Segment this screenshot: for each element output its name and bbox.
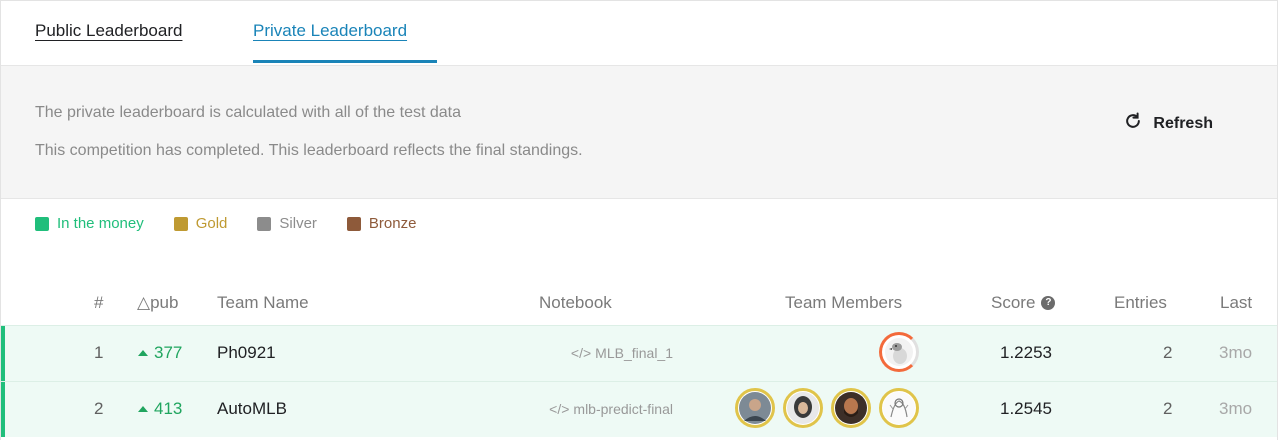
row-delta-value: 413: [154, 399, 183, 418]
row-notebook-name: mlb-predict-final: [573, 401, 673, 417]
leaderboard-panel: Public Leaderboard Private Leaderboard T…: [0, 0, 1278, 440]
leaderboard-tabs: Public Leaderboard Private Leaderboard: [1, 1, 1277, 66]
legend-in-the-money: In the money: [35, 215, 144, 232]
medal-legend: In the money Gold Silver Bronze: [35, 215, 416, 232]
legend-swatch: [35, 216, 49, 231]
active-tab-indicator: [253, 60, 437, 63]
member-avatar-goose[interactable]: [879, 332, 919, 372]
man-avatar-icon: [739, 392, 771, 424]
legend-swatch: [346, 216, 361, 231]
goose-icon: [885, 338, 913, 366]
header-rank[interactable]: #: [94, 293, 103, 313]
info-line-completed: This competition has completed. This lea…: [35, 142, 583, 159]
header-score-label: Score: [991, 293, 1036, 312]
row-notebook-link[interactable]: </> MLB_final_1: [571, 345, 673, 361]
legend-gold: Gold: [173, 215, 228, 232]
row-last: 3mo: [1219, 343, 1253, 362]
row-entries: 2: [1163, 343, 1173, 362]
legend-bronze: Bronze: [346, 215, 417, 232]
legend-swatch: [173, 216, 188, 231]
leaderboard-info-banner: The private leaderboard is calculated wi…: [1, 66, 1277, 199]
row-rank: 2: [94, 399, 104, 418]
legend-label: Bronze: [368, 215, 417, 232]
row-notebook-link[interactable]: </> mlb-predict-final: [549, 401, 673, 417]
member-avatar-hooded[interactable]: [783, 388, 823, 428]
code-icon: </>: [549, 401, 570, 417]
legend-label: In the money: [57, 215, 144, 232]
row-team-members: [735, 388, 919, 428]
member-avatar-man[interactable]: [735, 388, 775, 428]
rank-up-icon: [138, 350, 148, 356]
row-delta: 377: [138, 343, 182, 363]
row-last: 3mo: [1219, 399, 1253, 418]
legend-label: Gold: [195, 215, 228, 232]
header-team-members: Team Members: [785, 293, 903, 312]
rank-up-icon: [138, 406, 148, 412]
refresh-label: Refresh: [1153, 114, 1213, 132]
row-entries: 2: [1163, 399, 1173, 418]
row-score: 1.2545: [1000, 399, 1052, 418]
legend-label: Silver: [279, 215, 317, 232]
header-entries[interactable]: Entries: [1114, 293, 1167, 313]
row-rank: 1: [94, 343, 104, 362]
header-score[interactable]: Score ?: [991, 293, 1056, 313]
tab-private-leaderboard[interactable]: Private Leaderboard: [253, 21, 407, 41]
tab-public-leaderboard[interactable]: Public Leaderboard: [35, 21, 182, 41]
row-notebook-name: MLB_final_1: [595, 345, 673, 361]
row-team-name[interactable]: Ph0921: [217, 343, 276, 363]
info-line-calculation: The private leaderboard is calculated wi…: [35, 104, 462, 121]
legend-swatch: [257, 216, 272, 231]
legend-silver: Silver: [257, 215, 317, 232]
header-notebook: Notebook: [539, 293, 612, 312]
row-delta: 413: [138, 399, 182, 419]
refresh-icon: [1123, 111, 1143, 136]
table-row[interactable]: 2 413 AutoMLB </> mlb-predict-final 1.25…: [1, 381, 1277, 437]
sketch-avatar-icon: [883, 392, 915, 424]
code-icon: </>: [570, 345, 592, 361]
question-icon[interactable]: ?: [1041, 296, 1056, 310]
bearded-avatar-icon: [835, 392, 867, 424]
hooded-avatar-icon: [787, 392, 819, 424]
table-header: # △pub Team Name Notebook Team Members S…: [1, 293, 1277, 325]
header-delta-public[interactable]: △pub: [137, 293, 178, 313]
member-avatar-sketch[interactable]: [879, 388, 919, 428]
row-team-name[interactable]: AutoMLB: [217, 399, 287, 419]
row-delta-value: 377: [154, 343, 183, 362]
header-team-name[interactable]: Team Name: [217, 293, 309, 313]
row-team-members: [879, 332, 919, 372]
table-row[interactable]: 1 377 Ph0921 </> MLB_final_1 1.2253 2 3m…: [1, 325, 1277, 381]
header-last[interactable]: Last: [1220, 293, 1252, 313]
refresh-button[interactable]: Refresh: [1123, 111, 1213, 136]
member-avatar-bearded[interactable]: [831, 388, 871, 428]
row-score: 1.2253: [1000, 343, 1052, 362]
